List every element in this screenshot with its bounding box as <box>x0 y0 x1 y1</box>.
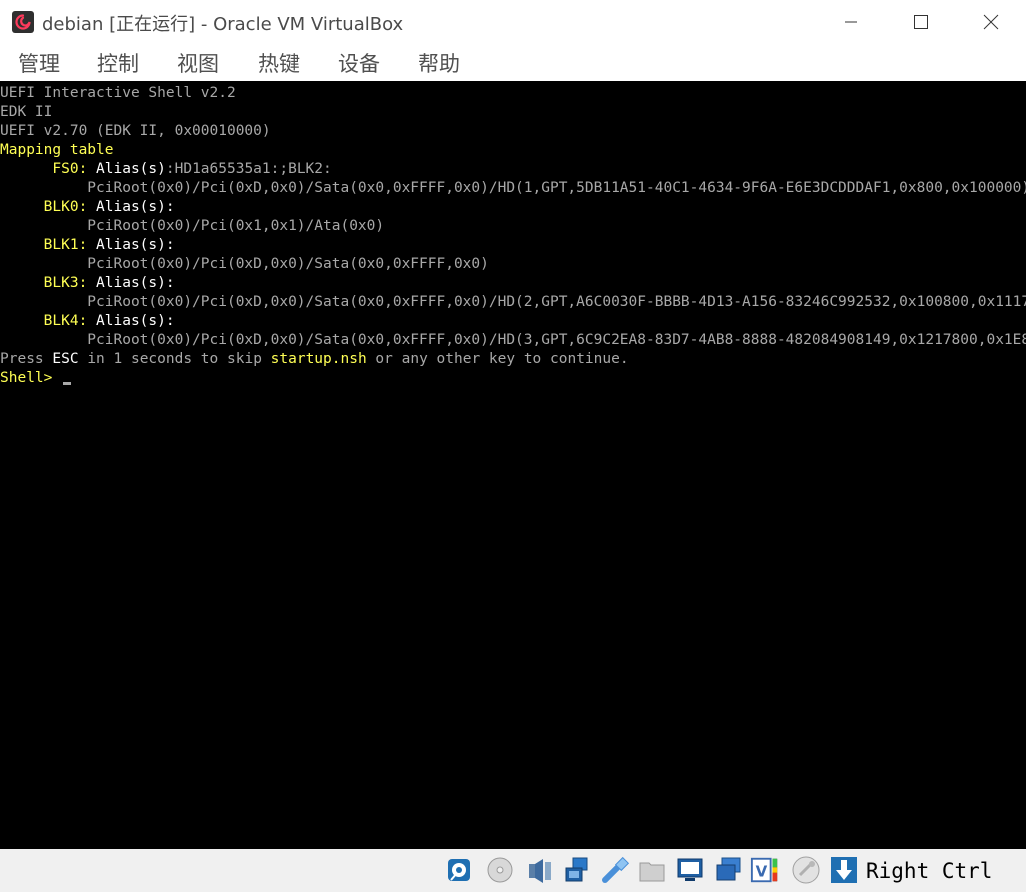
menu-bar: 管理 控制 视图 热键 设备 帮助 <box>0 44 1026 81</box>
console-line: UEFI v2.70 (EDK II, 0x00010000) <box>0 122 271 141</box>
console-text: PciRoot(0x0)/Pci(0xD,0x0)/Sata(0x0,0xFFF… <box>0 332 1026 348</box>
console-line: EDK II <box>0 103 52 122</box>
window-title: debian [正在运行] - Oracle VM VirtualBox <box>42 14 404 35</box>
vm-console-screen[interactable]: UEFI Interactive Shell v2.2 EDK II UEFI v2… <box>0 81 1026 849</box>
console-line: BLK4: Alias(s): <box>0 312 175 331</box>
svg-text:V: V <box>756 863 768 881</box>
console-line: PciRoot(0x0)/Pci(0xD,0x0)/Sata(0x0,0xFFF… <box>0 331 1026 350</box>
console-text: FS0: <box>0 161 97 177</box>
debian-swirl-icon[interactable] <box>12 11 34 33</box>
text-cursor <box>63 382 72 385</box>
console-text: Mapping table <box>0 142 114 158</box>
console-line: BLK0: Alias(s): <box>0 198 175 217</box>
console-text: :HD1a65535a1:;BLK2: <box>165 161 332 177</box>
optical-drive-icon[interactable] <box>485 855 515 885</box>
menu-view[interactable]: 视图 <box>177 48 219 78</box>
console-text: PciRoot(0x0)/Pci(0xD,0x0)/Sata(0x0,0xFFF… <box>0 180 1026 196</box>
menu-machine[interactable]: 管理 <box>18 48 60 78</box>
console-line: BLK3: Alias(s): <box>0 274 175 293</box>
console-text: in 1 seconds to skip <box>78 351 271 367</box>
console-line: FS0: Alias(s):HD1a65535a1:;BLK2: <box>0 160 332 179</box>
keyboard-capture-icon[interactable] <box>829 855 859 885</box>
console-text: BLK3: <box>0 275 97 291</box>
console-text: Press <box>0 351 53 367</box>
usb-icon[interactable] <box>600 855 630 885</box>
console-text: Alias(s): <box>96 275 175 291</box>
console-text: EDK II <box>0 104 53 120</box>
virtualization-icon[interactable]: V <box>750 855 780 885</box>
maximize-icon[interactable] <box>886 0 956 44</box>
console-text: Shell> <box>0 370 62 386</box>
console-text: PciRoot(0x0)/Pci(0x1,0x1)/Ata(0x0) <box>0 218 385 234</box>
console-line: PciRoot(0x0)/Pci(0xD,0x0)/Sata(0x0,0xFFF… <box>0 293 1026 312</box>
shared-folder-icon[interactable] <box>637 855 667 885</box>
hard-disk-icon[interactable] <box>444 855 474 885</box>
audio-icon[interactable] <box>524 855 554 885</box>
menu-control[interactable]: 控制 <box>97 48 139 78</box>
network-icon[interactable] <box>562 855 592 885</box>
title-bar: debian [正在运行] - Oracle VM VirtualBox <box>0 0 1026 44</box>
minimize-icon[interactable] <box>816 0 886 44</box>
close-icon[interactable] <box>956 0 1026 44</box>
console-line: Press ESC in 1 seconds to skip startup.n… <box>0 350 629 369</box>
recording-icon[interactable] <box>713 855 743 885</box>
console-text: or any other key to continue. <box>366 351 629 367</box>
console-line: UEFI Interactive Shell v2.2 <box>0 84 236 103</box>
menu-devices[interactable]: 设备 <box>338 48 380 78</box>
console-text: PciRoot(0x0)/Pci(0xD,0x0)/Sata(0x0,0xFFF… <box>0 294 1026 310</box>
menu-help[interactable]: 帮助 <box>418 48 460 78</box>
console-text: startup.nsh <box>270 351 367 367</box>
console-text: BLK1: <box>0 237 97 253</box>
console-text: UEFI Interactive Shell v2.2 <box>0 85 236 101</box>
mouse-integration-icon[interactable] <box>791 855 821 885</box>
console-text: ESC <box>52 351 79 367</box>
display-icon[interactable] <box>675 855 705 885</box>
host-key-label: Right Ctrl <box>866 859 993 883</box>
console-line: Mapping table <box>0 141 114 160</box>
status-bar: V Right Ctrl <box>0 849 1026 892</box>
console-text: Alias(s) <box>96 161 166 177</box>
console-text: BLK0: <box>0 199 97 215</box>
console-text: Alias(s): <box>96 199 175 215</box>
console-line: BLK1: Alias(s): <box>0 236 175 255</box>
console-text: PciRoot(0x0)/Pci(0xD,0x0)/Sata(0x0,0xFFF… <box>0 256 489 272</box>
console-line: Shell> <box>0 369 72 388</box>
console-line: PciRoot(0x0)/Pci(0xD,0x0)/Sata(0x0,0xFFF… <box>0 255 489 274</box>
console-text: Alias(s): <box>96 313 175 329</box>
console-line: PciRoot(0x0)/Pci(0xD,0x0)/Sata(0x0,0xFFF… <box>0 179 1026 198</box>
console-text: BLK4: <box>0 313 97 329</box>
console-line: PciRoot(0x0)/Pci(0x1,0x1)/Ata(0x0) <box>0 217 384 236</box>
console-text: UEFI v2.70 (EDK II, 0x00010000) <box>0 123 271 139</box>
console-text: Alias(s): <box>96 237 175 253</box>
menu-hotkeys[interactable]: 热键 <box>258 48 300 78</box>
